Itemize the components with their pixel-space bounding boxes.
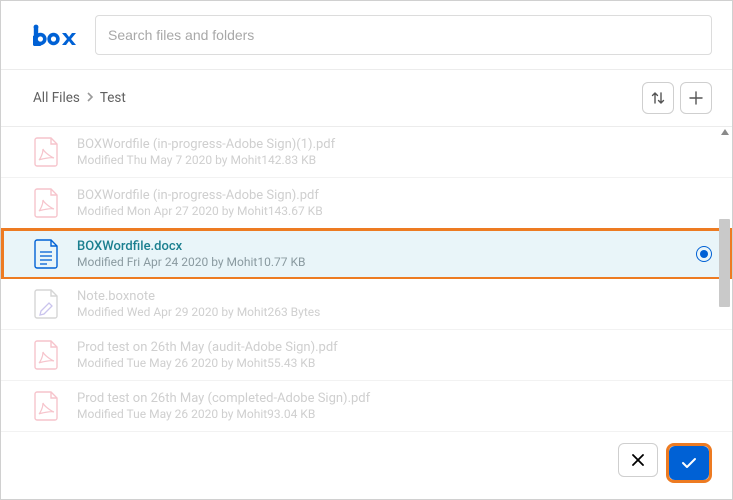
file-name: BOXWordfile.docx [77, 239, 680, 254]
file-meta: Modified Tue May 26 2020 by Mohit55.43 K… [77, 356, 712, 370]
file-name: Prod test on 26th May (completed-Adobe S… [77, 391, 712, 406]
breadcrumb: All Files Test [33, 90, 126, 106]
file-info: BOXWordfile (in-progress-Adobe Sign).pdf… [77, 188, 712, 218]
file-row[interactable]: BOXWordfile.docxModified Fri Apr 24 2020… [1, 228, 732, 280]
file-info: BOXWordfile (in-progress-Adobe Sign)(1).… [77, 137, 712, 167]
file-row[interactable]: BOXWordfile (in-progress-Adobe Sign)(1).… [1, 127, 732, 178]
pdf-file-icon [33, 187, 61, 219]
subheader: All Files Test [1, 70, 732, 126]
footer [1, 433, 732, 499]
file-name: BOXWordfile (in-progress-Adobe Sign).pdf [77, 188, 712, 203]
header [1, 1, 732, 69]
breadcrumb-root[interactable]: All Files [33, 90, 80, 106]
docx-file-icon [33, 238, 61, 270]
file-meta: Modified Mon Apr 27 2020 by Mohit143.67 … [77, 204, 712, 218]
file-row[interactable]: BOXWordfile (in-progress-Adobe Sign).pdf… [1, 178, 732, 229]
add-button[interactable] [680, 82, 712, 114]
file-row[interactable]: Prod test on 26th May (completed-Adobe S… [1, 381, 732, 432]
file-row[interactable]: Note.boxnoteModified Wed Apr 29 2020 by … [1, 279, 732, 330]
file-info: BOXWordfile.docxModified Fri Apr 24 2020… [77, 239, 680, 269]
file-meta: Modified Thu May 7 2020 by Mohit142.83 K… [77, 153, 712, 167]
confirm-button[interactable] [669, 446, 709, 480]
pdf-file-icon [33, 390, 61, 422]
check-icon [681, 456, 697, 470]
chevron-right-icon [86, 92, 94, 105]
plus-icon [689, 91, 703, 105]
box-logo [33, 24, 81, 46]
file-name: Note.boxnote [77, 289, 712, 304]
file-row[interactable]: Prod test on 26th May (audit-Adobe Sign)… [1, 330, 732, 381]
file-info: Prod test on 26th May (audit-Adobe Sign)… [77, 340, 712, 370]
search-input[interactable] [95, 15, 712, 55]
pdf-file-icon [33, 339, 61, 371]
pdf-file-icon [33, 136, 61, 168]
confirm-button-highlight [666, 443, 712, 483]
breadcrumb-current: Test [100, 90, 126, 106]
file-meta: Modified Fri Apr 24 2020 by Mohit10.77 K… [77, 255, 680, 269]
file-name: Prod test on 26th May (audit-Adobe Sign)… [77, 340, 712, 355]
file-meta: Modified Tue May 26 2020 by Mohit93.04 K… [77, 407, 712, 421]
file-name: BOXWordfile (in-progress-Adobe Sign)(1).… [77, 137, 712, 152]
boxnote-file-icon [33, 288, 61, 320]
sort-button[interactable] [642, 82, 674, 114]
file-meta: Modified Wed Apr 29 2020 by Mohit263 Byt… [77, 305, 712, 319]
file-list: BOXWordfile (in-progress-Adobe Sign)(1).… [1, 126, 732, 438]
scrollbar-thumb[interactable] [719, 219, 730, 307]
selected-radio[interactable] [696, 246, 712, 262]
radio-dot-icon [700, 250, 708, 258]
scrollbar-arrow-up-icon[interactable] [721, 129, 729, 135]
close-icon [631, 453, 645, 467]
cancel-button[interactable] [618, 443, 658, 477]
file-info: Note.boxnoteModified Wed Apr 29 2020 by … [77, 289, 712, 319]
sort-icon [651, 91, 665, 105]
subheader-actions [642, 82, 712, 114]
file-info: Prod test on 26th May (completed-Adobe S… [77, 391, 712, 421]
